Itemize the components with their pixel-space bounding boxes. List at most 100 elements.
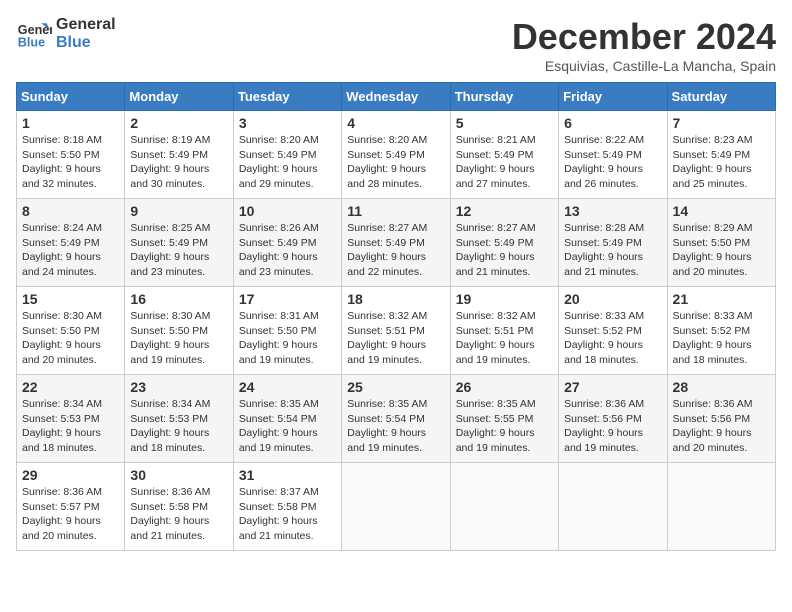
day-info: Sunrise: 8:35 AMSunset: 5:55 PMDaylight:… bbox=[456, 397, 553, 456]
day-info: Sunrise: 8:36 AMSunset: 5:56 PMDaylight:… bbox=[673, 397, 770, 456]
calendar-cell: 15 Sunrise: 8:30 AMSunset: 5:50 PMDayligh… bbox=[17, 287, 125, 375]
day-info: Sunrise: 8:30 AMSunset: 5:50 PMDaylight:… bbox=[22, 309, 119, 368]
calendar-cell: 30 Sunrise: 8:36 AMSunset: 5:58 PMDayligh… bbox=[125, 463, 233, 551]
day-info: Sunrise: 8:37 AMSunset: 5:58 PMDaylight:… bbox=[239, 485, 336, 544]
day-number: 3 bbox=[239, 115, 336, 131]
day-info: Sunrise: 8:22 AMSunset: 5:49 PMDaylight:… bbox=[564, 133, 661, 192]
calendar-cell: 27Sunrise: 8:36 AMSunset: 5:56 PMDayligh… bbox=[559, 375, 667, 463]
day-info: Sunrise: 8:24 AMSunset: 5:49 PMDaylight:… bbox=[22, 221, 119, 280]
weekday-header-wednesday: Wednesday bbox=[342, 83, 450, 111]
day-info: Sunrise: 8:25 AMSunset: 5:49 PMDaylight:… bbox=[130, 221, 227, 280]
weekday-header-saturday: Saturday bbox=[667, 83, 775, 111]
calendar-table: SundayMondayTuesdayWednesdayThursdayFrid… bbox=[16, 82, 776, 551]
day-info: Sunrise: 8:28 AMSunset: 5:49 PMDaylight:… bbox=[564, 221, 661, 280]
day-number: 10 bbox=[239, 203, 336, 219]
calendar-cell: 25Sunrise: 8:35 AMSunset: 5:54 PMDayligh… bbox=[342, 375, 450, 463]
calendar-cell: 18 Sunrise: 8:32 AMSunset: 5:51 PMDayligh… bbox=[342, 287, 450, 375]
day-info: Sunrise: 8:19 AMSunset: 5:49 PMDaylight:… bbox=[130, 133, 227, 192]
day-info: Sunrise: 8:31 AMSunset: 5:50 PMDaylight:… bbox=[239, 309, 336, 368]
calendar-cell: 20 Sunrise: 8:33 AMSunset: 5:52 PMDayligh… bbox=[559, 287, 667, 375]
weekday-header-thursday: Thursday bbox=[450, 83, 558, 111]
day-number: 26 bbox=[456, 379, 553, 395]
day-number: 24 bbox=[239, 379, 336, 395]
day-number: 4 bbox=[347, 115, 444, 131]
day-info: Sunrise: 8:34 AMSunset: 5:53 PMDaylight:… bbox=[130, 397, 227, 456]
weekday-header-friday: Friday bbox=[559, 83, 667, 111]
calendar-cell: 19Sunrise: 8:32 AMSunset: 5:51 PMDayligh… bbox=[450, 287, 558, 375]
day-number: 14 bbox=[673, 203, 770, 219]
calendar-cell: 23Sunrise: 8:34 AMSunset: 5:53 PMDayligh… bbox=[125, 375, 233, 463]
logo-line2: Blue bbox=[56, 34, 116, 52]
day-info: Sunrise: 8:33 AMSunset: 5:52 PMDaylight:… bbox=[564, 309, 661, 368]
day-info: Sunrise: 8:33 AMSunset: 5:52 PMDaylight:… bbox=[673, 309, 770, 368]
day-number: 21 bbox=[673, 291, 770, 307]
calendar-cell: 31Sunrise: 8:37 AMSunset: 5:58 PMDayligh… bbox=[233, 463, 341, 551]
calendar-week-3: 15 Sunrise: 8:30 AMSunset: 5:50 PMDayligh… bbox=[17, 287, 776, 375]
calendar-cell: 21 Sunrise: 8:33 AMSunset: 5:52 PMDayligh… bbox=[667, 287, 775, 375]
calendar-cell: 5 Sunrise: 8:21 AMSunset: 5:49 PMDaylight… bbox=[450, 111, 558, 199]
calendar-cell: 14Sunrise: 8:29 AMSunset: 5:50 PMDayligh… bbox=[667, 199, 775, 287]
day-number: 19 bbox=[456, 291, 553, 307]
day-number: 30 bbox=[130, 467, 227, 483]
day-number: 7 bbox=[673, 115, 770, 131]
header: General Blue General Blue December 2024 … bbox=[16, 16, 776, 74]
day-number: 20 bbox=[564, 291, 661, 307]
day-info: Sunrise: 8:36 AMSunset: 5:57 PMDaylight:… bbox=[22, 485, 119, 544]
calendar-cell: 17Sunrise: 8:31 AMSunset: 5:50 PMDayligh… bbox=[233, 287, 341, 375]
calendar-cell: 29 Sunrise: 8:36 AMSunset: 5:57 PMDayligh… bbox=[17, 463, 125, 551]
calendar-cell: 4 Sunrise: 8:20 AMSunset: 5:49 PMDaylight… bbox=[342, 111, 450, 199]
calendar-cell: 28 Sunrise: 8:36 AMSunset: 5:56 PMDayligh… bbox=[667, 375, 775, 463]
day-info: Sunrise: 8:20 AMSunset: 5:49 PMDaylight:… bbox=[347, 133, 444, 192]
day-number: 29 bbox=[22, 467, 119, 483]
day-info: Sunrise: 8:36 AMSunset: 5:58 PMDaylight:… bbox=[130, 485, 227, 544]
calendar-cell: 11 Sunrise: 8:27 AMSunset: 5:49 PMDayligh… bbox=[342, 199, 450, 287]
calendar-cell bbox=[450, 463, 558, 551]
day-info: Sunrise: 8:26 AMSunset: 5:49 PMDaylight:… bbox=[239, 221, 336, 280]
day-number: 8 bbox=[22, 203, 119, 219]
weekday-header-row: SundayMondayTuesdayWednesdayThursdayFrid… bbox=[17, 83, 776, 111]
calendar-week-4: 22 Sunrise: 8:34 AMSunset: 5:53 PMDayligh… bbox=[17, 375, 776, 463]
logo-icon: General Blue bbox=[16, 16, 52, 52]
day-info: Sunrise: 8:20 AMSunset: 5:49 PMDaylight:… bbox=[239, 133, 336, 192]
calendar-cell: 3 Sunrise: 8:20 AMSunset: 5:49 PMDaylight… bbox=[233, 111, 341, 199]
day-number: 11 bbox=[347, 203, 444, 219]
day-info: Sunrise: 8:35 AMSunset: 5:54 PMDaylight:… bbox=[239, 397, 336, 456]
day-number: 22 bbox=[22, 379, 119, 395]
calendar-cell: 10 Sunrise: 8:26 AMSunset: 5:49 PMDayligh… bbox=[233, 199, 341, 287]
weekday-header-monday: Monday bbox=[125, 83, 233, 111]
day-info: Sunrise: 8:27 AMSunset: 5:49 PMDaylight:… bbox=[347, 221, 444, 280]
day-info: Sunrise: 8:27 AMSunset: 5:49 PMDaylight:… bbox=[456, 221, 553, 280]
logo: General Blue General Blue bbox=[16, 16, 116, 52]
calendar-cell bbox=[667, 463, 775, 551]
day-info: Sunrise: 8:18 AMSunset: 5:50 PMDaylight:… bbox=[22, 133, 119, 192]
day-number: 18 bbox=[347, 291, 444, 307]
calendar-cell: 1 Sunrise: 8:18 AMSunset: 5:50 PMDaylight… bbox=[17, 111, 125, 199]
day-number: 16 bbox=[130, 291, 227, 307]
calendar-week-2: 8 Sunrise: 8:24 AMSunset: 5:49 PMDaylight… bbox=[17, 199, 776, 287]
day-info: Sunrise: 8:21 AMSunset: 5:49 PMDaylight:… bbox=[456, 133, 553, 192]
calendar-cell: 12 Sunrise: 8:27 AMSunset: 5:49 PMDayligh… bbox=[450, 199, 558, 287]
day-info: Sunrise: 8:23 AMSunset: 5:49 PMDaylight:… bbox=[673, 133, 770, 192]
calendar-cell: 7 Sunrise: 8:23 AMSunset: 5:49 PMDaylight… bbox=[667, 111, 775, 199]
calendar-cell: 16 Sunrise: 8:30 AMSunset: 5:50 PMDayligh… bbox=[125, 287, 233, 375]
day-number: 15 bbox=[22, 291, 119, 307]
svg-text:Blue: Blue bbox=[18, 36, 45, 50]
month-title: December 2024 bbox=[512, 16, 776, 58]
day-number: 5 bbox=[456, 115, 553, 131]
calendar-cell bbox=[559, 463, 667, 551]
calendar-cell: 24 Sunrise: 8:35 AMSunset: 5:54 PMDayligh… bbox=[233, 375, 341, 463]
location-subtitle: Esquivias, Castille-La Mancha, Spain bbox=[512, 58, 776, 74]
day-info: Sunrise: 8:32 AMSunset: 5:51 PMDaylight:… bbox=[347, 309, 444, 368]
day-info: Sunrise: 8:30 AMSunset: 5:50 PMDaylight:… bbox=[130, 309, 227, 368]
calendar-cell: 26 Sunrise: 8:35 AMSunset: 5:55 PMDayligh… bbox=[450, 375, 558, 463]
calendar-cell: 22Sunrise: 8:34 AMSunset: 5:53 PMDayligh… bbox=[17, 375, 125, 463]
calendar-cell bbox=[342, 463, 450, 551]
day-number: 6 bbox=[564, 115, 661, 131]
day-number: 28 bbox=[673, 379, 770, 395]
calendar-cell: 13Sunrise: 8:28 AMSunset: 5:49 PMDayligh… bbox=[559, 199, 667, 287]
calendar-cell: 6 Sunrise: 8:22 AMSunset: 5:49 PMDaylight… bbox=[559, 111, 667, 199]
logo-line1: General bbox=[56, 16, 116, 34]
day-number: 1 bbox=[22, 115, 119, 131]
day-number: 12 bbox=[456, 203, 553, 219]
calendar-cell: 9Sunrise: 8:25 AMSunset: 5:49 PMDaylight… bbox=[125, 199, 233, 287]
